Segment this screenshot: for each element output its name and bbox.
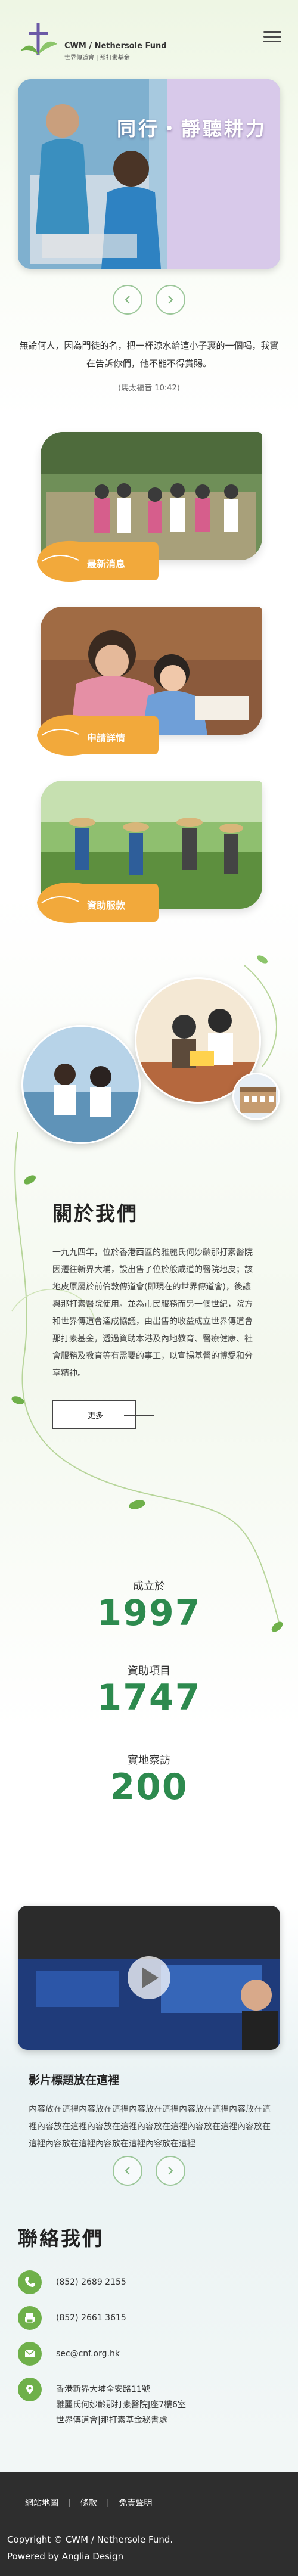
- leaf-label-latest-news[interactable]: 最新消息: [35, 536, 160, 586]
- footer-link-disclaimer[interactable]: 免責聲明: [119, 2497, 152, 2509]
- about-title: 關於我們: [52, 1202, 138, 1225]
- email-icon: [18, 2342, 42, 2366]
- chevron-left-icon[interactable]: [113, 285, 142, 315]
- bible-verse-text: 無論何人，因為門徒的名，把一杯涼水給這小子裏的一個喝，我實在告訴你們，他不能不得…: [19, 340, 279, 369]
- leaf-label-application-details[interactable]: 申請詳情: [35, 710, 160, 760]
- contact-fax: (852) 2661 3615: [18, 2306, 126, 2330]
- contact-title: 聯絡我們: [18, 2227, 104, 2250]
- leaf-label-text: 最新消息: [87, 558, 126, 570]
- location-pin-icon: [18, 2378, 42, 2401]
- about-body: 一九九四年，位於香港西區的雅麗氏何妙齡那打素醫院因遷往新界大埔，設出售了位於般咸…: [52, 1248, 253, 1378]
- stat-value-founded: 1997: [97, 1592, 201, 1634]
- page: CWM / Nethersole Fund 世界傳道會 | 那打素基金 同行‧靜…: [0, 0, 298, 2576]
- contact-address-text: 香港新界大埔全安路11號 雅麗氏何妙齡那打素醫院J座7樓6室 世界傳道會|那打素…: [56, 2385, 186, 2425]
- contact-phone: (852) 2689 2155: [18, 2270, 126, 2294]
- stat-label-visits: 實地察訪: [128, 1754, 170, 1767]
- stat-label-projects: 資助項目: [128, 1665, 170, 1677]
- hero-banner[interactable]: 同行‧靜聽耕力: [18, 79, 280, 269]
- footer-separator: |: [106, 2498, 110, 2507]
- footer-links: 網站地圖 | 條款 | 免責聲明: [25, 2497, 152, 2509]
- logo-name-english: CWM / Nethersole Fund: [64, 42, 167, 51]
- leaf-label-text: 資助服款: [87, 900, 126, 911]
- hero-caption: 同行‧靜聽耕力: [116, 117, 267, 140]
- video-title: 影片標題放在這裡: [29, 2074, 120, 2087]
- about-photo-baptism: [21, 1025, 141, 1144]
- stat-value-visits: 200: [110, 1766, 188, 1808]
- hero-slider-controls: [0, 285, 298, 315]
- hero-photo: [18, 79, 280, 269]
- fax-icon: [18, 2306, 42, 2330]
- chevron-right-icon[interactable]: [156, 285, 185, 315]
- footer-link-terms[interactable]: 條款: [80, 2497, 97, 2509]
- chevron-left-icon[interactable]: [113, 2156, 142, 2186]
- footer-separator: |: [68, 2498, 71, 2507]
- phone-icon: [18, 2270, 42, 2294]
- video-slider-controls: [0, 2156, 298, 2186]
- site-logo[interactable]: CWM / Nethersole Fund 世界傳道會 | 那打素基金: [15, 14, 167, 63]
- video-description: 內容放在這裡內容放在這裡內容放在這裡內容放在這裡內容放在這裡內容放在這裡內容放在…: [29, 2105, 271, 2149]
- contact-email-text[interactable]: sec@cnf.org.hk: [56, 2342, 120, 2361]
- copyright-text: Copyright © CWM / Nethersole Fund.: [7, 2534, 173, 2545]
- leaf-label-funding[interactable]: 資助服款: [35, 878, 160, 928]
- more-button[interactable]: 更多: [52, 1400, 136, 1429]
- video-player[interactable]: [18, 1906, 280, 2050]
- hamburger-menu-icon[interactable]: [263, 31, 281, 44]
- stat-value-projects: 1747: [97, 1677, 201, 1719]
- about-photo-building: [232, 1073, 280, 1120]
- site-header: CWM / Nethersole Fund 世界傳道會 | 那打素基金: [0, 0, 298, 72]
- contact-phone-text[interactable]: (852) 2689 2155: [56, 2270, 126, 2290]
- leaf-label-text: 申請詳情: [87, 732, 126, 744]
- video-thumbnail: [18, 1906, 280, 2050]
- contact-address: 香港新界大埔全安路11號 雅麗氏何妙齡那打素醫院J座7樓6室 世界傳道會|那打素…: [18, 2378, 186, 2428]
- contact-email: sec@cnf.org.hk: [18, 2342, 120, 2366]
- site-footer: 網站地圖 | 條款 | 免責聲明 Copyright © CWM / Nethe…: [0, 2472, 298, 2576]
- more-button-label: 更多: [88, 1411, 104, 1421]
- logo-name-chinese: 世界傳道會 | 那打素基金: [64, 55, 130, 61]
- more-button-line: [124, 1415, 154, 1416]
- logo-emblem-icon: [20, 23, 57, 55]
- contact-fax-text: (852) 2661 3615: [56, 2313, 126, 2323]
- footer-link-sitemap[interactable]: 網站地圖: [25, 2497, 58, 2509]
- powered-by-text[interactable]: Powered by Anglia Design: [7, 2548, 173, 2565]
- stat-label-founded: 成立於: [133, 1580, 165, 1593]
- chevron-right-icon[interactable]: [156, 2156, 185, 2186]
- footer-copyright: Copyright © CWM / Nethersole Fund. Power…: [7, 2531, 173, 2565]
- bible-verse-reference: (馬太福音 10:42): [118, 384, 180, 393]
